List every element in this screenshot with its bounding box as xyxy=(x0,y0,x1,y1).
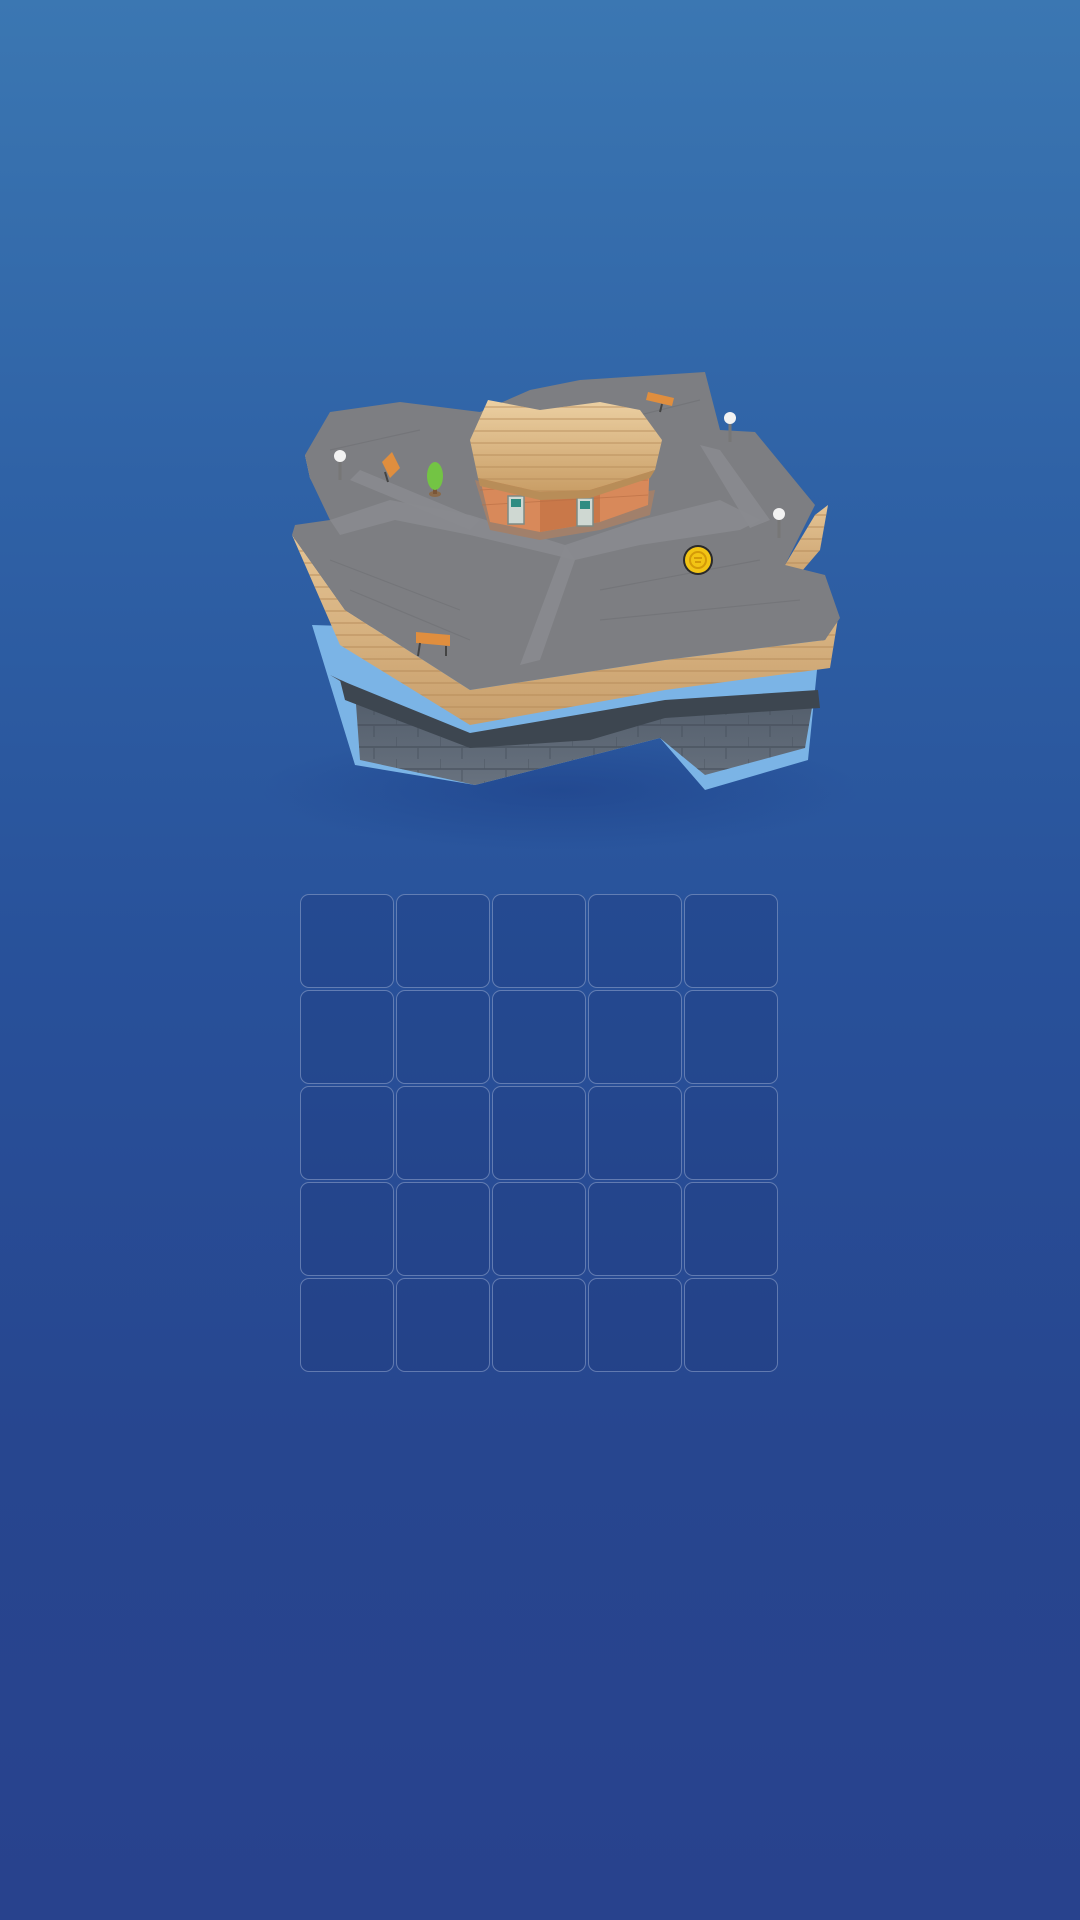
island xyxy=(260,372,860,850)
grid-cell[interactable] xyxy=(300,1086,394,1180)
grid-cell[interactable] xyxy=(588,990,682,1084)
grid-cell[interactable] xyxy=(492,1278,586,1372)
grid-cell[interactable] xyxy=(396,1086,490,1180)
grid-cell[interactable] xyxy=(588,894,682,988)
grid-cell[interactable] xyxy=(492,894,586,988)
house xyxy=(470,400,662,540)
game-scene xyxy=(0,0,1080,900)
grid-cell[interactable] xyxy=(684,990,778,1084)
grid-cell[interactable] xyxy=(396,1182,490,1276)
grid-cell[interactable] xyxy=(300,1278,394,1372)
placement-grid xyxy=(300,894,780,1374)
grid-cell[interactable] xyxy=(684,1182,778,1276)
grid-cell[interactable] xyxy=(396,990,490,1084)
grid-cell[interactable] xyxy=(300,1182,394,1276)
grid-cell[interactable] xyxy=(300,990,394,1084)
grid-cell[interactable] xyxy=(492,1182,586,1276)
grid-cell[interactable] xyxy=(684,1086,778,1180)
grid-cell[interactable] xyxy=(588,1086,682,1180)
grid-cell[interactable] xyxy=(492,1086,586,1180)
grid-cell[interactable] xyxy=(492,990,586,1084)
grid-cell[interactable] xyxy=(588,1182,682,1276)
grid-cell[interactable] xyxy=(396,894,490,988)
coin-icon[interactable] xyxy=(683,545,713,575)
grid-cell[interactable] xyxy=(300,894,394,988)
grid-cell[interactable] xyxy=(684,1278,778,1372)
grid-cell[interactable] xyxy=(396,1278,490,1372)
grid-cell[interactable] xyxy=(588,1278,682,1372)
grid-cell[interactable] xyxy=(684,894,778,988)
